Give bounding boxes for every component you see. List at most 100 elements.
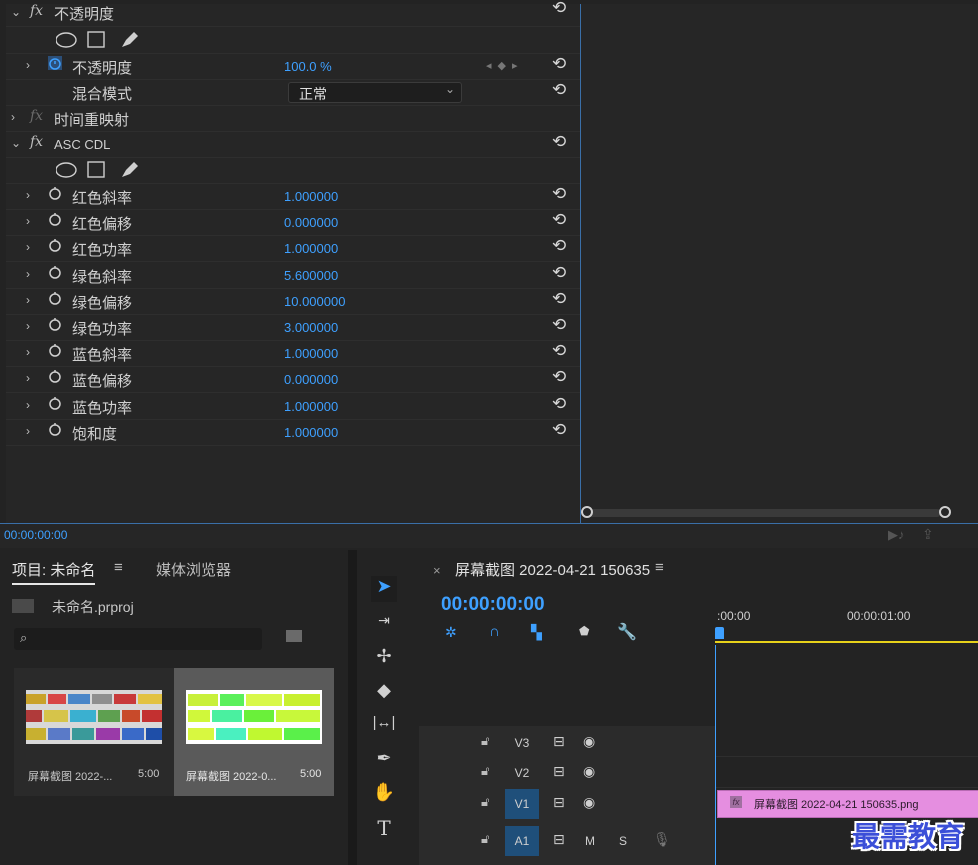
solo-button[interactable]: S: [619, 834, 627, 848]
stopwatch-icon[interactable]: [48, 238, 62, 253]
close-icon[interactable]: ×: [433, 563, 441, 578]
type-tool-icon[interactable]: T: [371, 816, 397, 842]
eye-icon[interactable]: ◉: [583, 763, 595, 780]
eye-icon[interactable]: ◉: [583, 794, 595, 811]
asc-cdl-param-row[interactable]: › 红色功率 1.000000 ⟲: [6, 235, 580, 263]
stopwatch-icon[interactable]: [48, 396, 62, 410]
reset-icon[interactable]: ⟲: [552, 367, 566, 387]
panel-divider[interactable]: [348, 550, 357, 865]
chevron-down-icon[interactable]: ⌄: [11, 136, 21, 150]
chevron-down-icon[interactable]: ⌄: [11, 5, 21, 19]
reset-icon[interactable]: ⟲: [552, 315, 566, 335]
reset-icon[interactable]: ⟲: [552, 184, 566, 204]
param-value[interactable]: 1.000000: [284, 399, 338, 414]
track-name-targeted[interactable]: V1: [505, 789, 539, 819]
chevron-right-icon[interactable]: ›: [26, 214, 30, 228]
reset-icon[interactable]: ⟲: [552, 341, 566, 361]
param-value[interactable]: 5.600000: [284, 268, 338, 283]
lock-icon[interactable]: 🔓︎: [481, 733, 489, 749]
sync-lock-icon[interactable]: ⊟: [553, 763, 565, 780]
reset-icon[interactable]: ⟲: [552, 132, 566, 152]
opacity-section-row[interactable]: ⌄ fx 不透明度 ⟲: [6, 0, 580, 27]
chevron-right-icon[interactable]: ›: [26, 371, 30, 385]
panel-menu-icon[interactable]: ≡: [655, 559, 664, 576]
chevron-right-icon[interactable]: ›: [26, 345, 30, 359]
hand-tool-icon[interactable]: ✋: [371, 782, 397, 808]
track-name[interactable]: V2: [505, 758, 539, 788]
reset-icon[interactable]: ⟲: [552, 54, 566, 74]
lock-icon[interactable]: 🔓︎: [481, 763, 489, 779]
tab-project[interactable]: 项目: 未命名: [12, 559, 96, 585]
opacity-param-row[interactable]: › 不透明度 100.0 % ◂◆▸ ⟲: [6, 53, 580, 80]
work-area-bar[interactable]: [715, 641, 978, 643]
chevron-right-icon[interactable]: ›: [26, 319, 30, 333]
asc-cdl-param-row[interactable]: › 蓝色功率 1.000000 ⟲: [6, 393, 580, 420]
chevron-right-icon[interactable]: ›: [26, 188, 30, 202]
reset-icon[interactable]: ⟲: [552, 80, 566, 100]
asc-cdl-param-row[interactable]: › 蓝色偏移 0.000000 ⟲: [6, 366, 580, 394]
time-remap-row[interactable]: › fx 时间重映射: [6, 105, 580, 132]
stopwatch-icon[interactable]: [48, 422, 62, 436]
reset-icon[interactable]: ⟲: [552, 420, 566, 440]
tab-media-browser[interactable]: 媒体浏览器: [156, 559, 231, 580]
reset-icon[interactable]: ⟲: [552, 289, 566, 309]
chevron-right-icon[interactable]: ›: [26, 58, 30, 72]
reset-icon[interactable]: ⟲: [552, 0, 566, 18]
pen-tool-icon[interactable]: ✒: [371, 748, 397, 774]
reset-icon[interactable]: ⟲: [552, 210, 566, 230]
ripple-edit-tool-icon[interactable]: ✢: [371, 646, 397, 672]
lock-icon[interactable]: 🔓︎: [481, 831, 489, 847]
track-select-tool-icon[interactable]: ⇥: [371, 612, 397, 638]
asc-cdl-param-row[interactable]: › 绿色斜率 5.600000 ⟲: [6, 262, 580, 289]
scrollbar-handle-right[interactable]: [939, 506, 951, 518]
project-item-2-selected[interactable]: 屏幕截图 2022-0... 5:00: [174, 668, 334, 796]
wrench-icon[interactable]: 🔧: [617, 622, 637, 642]
stopwatch-icon[interactable]: [48, 186, 62, 200]
linked-selection-icon[interactable]: ▚: [531, 624, 542, 641]
sync-lock-icon[interactable]: ⊟: [553, 794, 565, 811]
keyframe-zoom-scrollbar[interactable]: [581, 506, 951, 518]
chevron-right-icon[interactable]: ›: [26, 424, 30, 438]
timeline-clip[interactable]: fx 屏幕截图 2022-04-21 150635.png: [717, 790, 978, 818]
stopwatch-icon[interactable]: [48, 343, 62, 357]
stopwatch-icon[interactable]: [48, 369, 62, 384]
asc-cdl-section-row[interactable]: ⌄ fx ASC CDL ⟲: [6, 131, 580, 158]
chevron-right-icon[interactable]: ›: [26, 240, 30, 254]
stopwatch-icon[interactable]: [48, 291, 62, 305]
track-lane-v3[interactable]: [716, 726, 978, 757]
param-value[interactable]: 1.000000: [284, 189, 338, 204]
playhead-handle[interactable]: [715, 627, 724, 639]
param-value[interactable]: 10.000000: [284, 294, 345, 309]
blend-mode-select[interactable]: 正常 ⌄: [288, 82, 462, 103]
play-audio-icon[interactable]: ▶♪: [888, 527, 905, 543]
effect-controls-timecode[interactable]: 00:00:00:00: [4, 528, 67, 542]
asc-cdl-param-row[interactable]: › 绿色偏移 10.000000 ⟲: [6, 288, 580, 315]
slip-tool-icon[interactable]: |↔|: [371, 714, 397, 740]
chevron-right-icon[interactable]: ›: [26, 267, 30, 281]
track-name[interactable]: V3: [505, 728, 539, 758]
nest-icon[interactable]: ✲: [445, 624, 457, 641]
panel-menu-icon[interactable]: ≡: [114, 559, 123, 576]
asc-cdl-param-row[interactable]: › 红色偏移 0.000000 ⟲: [6, 209, 580, 237]
opacity-value[interactable]: 100.0 %: [284, 59, 332, 74]
new-bin-icon[interactable]: [286, 630, 302, 642]
asc-cdl-param-row[interactable]: › 绿色功率 3.000000 ⟲: [6, 314, 580, 341]
add-marker-icon[interactable]: ⬟: [579, 624, 589, 638]
sync-lock-icon[interactable]: ⊟: [553, 831, 565, 848]
asc-cdl-param-row[interactable]: › 红色斜率 1.000000 ⟲: [6, 183, 580, 210]
time-ruler[interactable]: :00:00 00:00:01:00: [715, 605, 978, 645]
asc-cdl-param-row[interactable]: › 蓝色斜率 1.000000 ⟲: [6, 340, 580, 368]
lock-icon[interactable]: 🔓︎: [481, 794, 489, 810]
scrollbar-handle-left[interactable]: [581, 506, 593, 518]
snap-icon[interactable]: ∩: [489, 623, 500, 640]
param-value[interactable]: 1.000000: [284, 425, 338, 440]
stopwatch-icon-active[interactable]: [48, 56, 62, 70]
reset-icon[interactable]: ⟲: [552, 236, 566, 256]
param-value[interactable]: 1.000000: [284, 346, 338, 361]
eye-icon[interactable]: ◉: [583, 733, 595, 750]
chevron-right-icon[interactable]: ›: [26, 398, 30, 412]
stopwatch-icon[interactable]: [48, 212, 62, 226]
param-value[interactable]: 3.000000: [284, 320, 338, 335]
microphone-icon[interactable]: 🎙︎: [653, 831, 671, 848]
reset-icon[interactable]: ⟲: [552, 394, 566, 414]
